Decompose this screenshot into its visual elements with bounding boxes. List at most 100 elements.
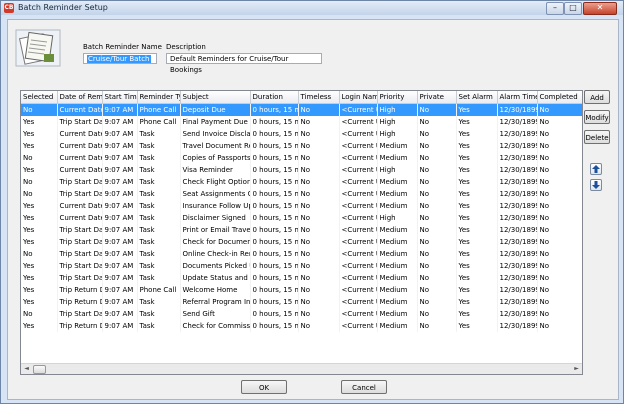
table-row[interactable]: Yes Trip Return D 9:07 AM Task Check for Com…	[21, 320, 582, 332]
table-cell[interactable]: <Current Us	[339, 308, 378, 320]
table-cell[interactable]: 9:07 AM	[102, 152, 138, 164]
table-cell[interactable]: Visa Reminder	[180, 164, 251, 176]
table-cell[interactable]: <Current Us	[339, 116, 378, 128]
table-cell[interactable]: No	[537, 164, 582, 176]
table-row[interactable]: No Trip Start Dat 9:07 AM Task Online Check-…	[21, 248, 582, 260]
table-cell[interactable]: Yes	[456, 103, 498, 116]
table-cell[interactable]: Yes	[456, 296, 498, 308]
table-cell[interactable]: No	[298, 116, 340, 128]
table-cell[interactable]: Yes	[456, 164, 498, 176]
table-cell[interactable]: Check for Commission	[180, 320, 251, 332]
table-cell[interactable]: No	[298, 320, 340, 332]
table-cell[interactable]: 0 hours, 15 mir	[250, 116, 299, 128]
table-cell[interactable]: 12/30/1899	[497, 140, 538, 152]
table-cell[interactable]: Deposit Due	[180, 103, 251, 116]
table-cell[interactable]: 12/30/1899	[497, 272, 538, 284]
minimize-button[interactable]: –	[546, 2, 564, 15]
table-cell[interactable]: Send Gift	[180, 308, 251, 320]
table-cell[interactable]: 12/30/1899	[497, 224, 538, 236]
table-cell[interactable]: Yes	[456, 212, 498, 224]
table-cell[interactable]: 9:07 AM	[102, 164, 138, 176]
table-cell[interactable]: Yes	[21, 116, 58, 128]
table-cell[interactable]: No	[537, 128, 582, 140]
table-cell[interactable]: Yes	[21, 236, 58, 248]
table-cell[interactable]: High	[377, 212, 418, 224]
table-cell[interactable]: No	[537, 116, 582, 128]
table-cell[interactable]: 0 hours, 15 mir	[250, 248, 299, 260]
table-cell[interactable]: No	[298, 284, 340, 296]
table-cell[interactable]: Task	[137, 308, 181, 320]
table-cell[interactable]: Task	[137, 224, 181, 236]
table-cell[interactable]: Yes	[456, 140, 498, 152]
add-button[interactable]: Add	[584, 90, 610, 104]
table-cell[interactable]: Copies of Passports Re	[180, 152, 251, 164]
table-cell[interactable]: No	[298, 260, 340, 272]
table-cell[interactable]: 12/30/1899	[497, 308, 538, 320]
table-row[interactable]: Yes Trip Start Dat 9:07 AM Task Documents Pi…	[21, 260, 582, 272]
scroll-left-icon[interactable]: ◄	[22, 364, 31, 373]
column-header[interactable]: Start Time	[102, 91, 138, 104]
table-cell[interactable]: Medium	[377, 140, 418, 152]
column-header[interactable]: Priority	[377, 91, 418, 104]
table-row[interactable]: Yes Current Date 9:07 AM Task Insurance Foll…	[21, 200, 582, 212]
table-cell[interactable]: No	[537, 212, 582, 224]
table-cell[interactable]: Task	[137, 176, 181, 188]
table-cell[interactable]: Medium	[377, 224, 418, 236]
table-cell[interactable]: No	[21, 188, 58, 200]
table-cell[interactable]: No	[537, 320, 582, 332]
table-cell[interactable]: 12/30/1899	[497, 284, 538, 296]
table-cell[interactable]: Online Check-in Remin	[180, 248, 251, 260]
table-cell[interactable]: Check for Documents -	[180, 236, 251, 248]
move-up-button[interactable]	[590, 163, 602, 175]
table-cell[interactable]: No	[298, 176, 340, 188]
table-cell[interactable]: Medium	[377, 152, 418, 164]
table-cell[interactable]: No	[417, 308, 457, 320]
table-cell[interactable]: Yes	[456, 236, 498, 248]
table-cell[interactable]: No	[298, 272, 340, 284]
table-row[interactable]: Yes Trip Start Dat 9:07 AM Task Check for Do…	[21, 236, 582, 248]
table-cell[interactable]: No	[417, 103, 457, 116]
table-cell[interactable]: Trip Start Dat	[57, 248, 103, 260]
table-cell[interactable]: Task	[137, 248, 181, 260]
table-cell[interactable]: No	[417, 212, 457, 224]
table-cell[interactable]: Medium	[377, 272, 418, 284]
table-cell[interactable]: Task	[137, 320, 181, 332]
table-cell[interactable]: No	[298, 248, 340, 260]
table-cell[interactable]: 12/30/1899	[497, 176, 538, 188]
table-cell[interactable]: No	[417, 200, 457, 212]
table-row[interactable]: No Trip Start Dat 9:07 AM Task Seat Assignme…	[21, 188, 582, 200]
table-cell[interactable]: <Current Us	[339, 164, 378, 176]
table-cell[interactable]: Current Date	[57, 140, 103, 152]
table-cell[interactable]: 0 hours, 15 mir	[250, 272, 299, 284]
table-cell[interactable]: <Current Us	[339, 236, 378, 248]
table-cell[interactable]: 0 hours, 15 mir	[250, 164, 299, 176]
table-cell[interactable]: Trip Start Dat	[57, 308, 103, 320]
table-row[interactable]: Yes Current Date 9:07 AM Task Visa Reminder 0…	[21, 164, 582, 176]
table-cell[interactable]: No	[21, 103, 58, 116]
table-cell[interactable]: Yes	[21, 200, 58, 212]
table-cell[interactable]: Task	[137, 296, 181, 308]
table-cell[interactable]: Task	[137, 188, 181, 200]
table-cell[interactable]: Medium	[377, 296, 418, 308]
ok-button[interactable]: OK	[241, 380, 287, 394]
table-row[interactable]: Yes Current Date 9:07 AM Task Send Invoice D…	[21, 128, 582, 140]
table-cell[interactable]: 9:07 AM	[102, 236, 138, 248]
table-cell[interactable]: No	[537, 200, 582, 212]
table-cell[interactable]: Yes	[456, 176, 498, 188]
table-cell[interactable]: <Current Us	[339, 260, 378, 272]
table-row[interactable]: Yes Trip Start Dat 9:07 AM Phone Call Final …	[21, 116, 582, 128]
table-cell[interactable]: 12/30/1899	[497, 164, 538, 176]
table-cell[interactable]: Seat Assignments Con	[180, 188, 251, 200]
table-cell[interactable]: No	[417, 116, 457, 128]
table-cell[interactable]: Yes	[21, 320, 58, 332]
table-cell[interactable]: Task	[137, 272, 181, 284]
table-cell[interactable]: Current Date	[57, 152, 103, 164]
table-row[interactable]: Yes Trip Return D 9:07 AM Phone Call Welcome…	[21, 284, 582, 296]
column-header[interactable]: Completed	[537, 91, 582, 104]
table-cell[interactable]: 9:07 AM	[102, 248, 138, 260]
table-cell[interactable]: No	[298, 164, 340, 176]
table-cell[interactable]: <Current Us	[339, 103, 378, 116]
table-cell[interactable]: No	[537, 296, 582, 308]
table-cell[interactable]: No	[298, 152, 340, 164]
table-cell[interactable]: Trip Return D	[57, 296, 103, 308]
